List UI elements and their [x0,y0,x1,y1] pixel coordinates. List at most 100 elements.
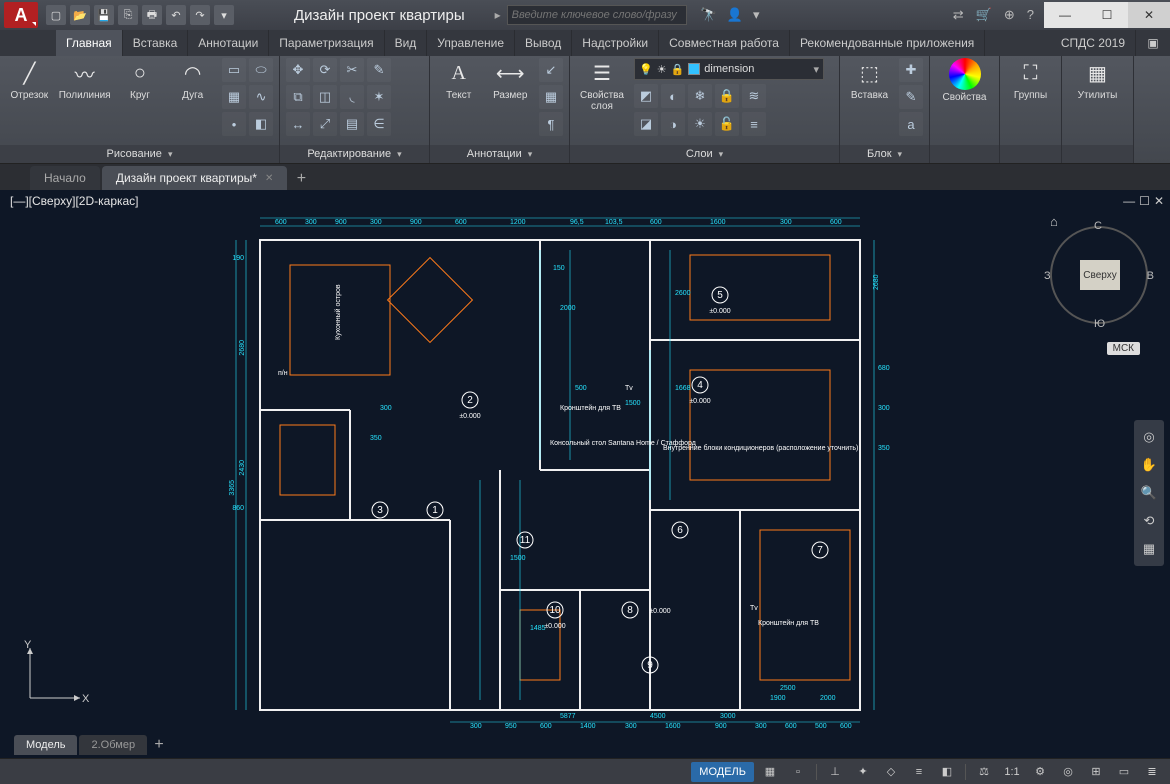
tool-polyline[interactable]: 〰Полилиния [59,58,111,101]
tab-manage[interactable]: Управление [427,30,515,56]
tool-explode-icon[interactable]: ✶ [367,85,391,109]
tool-rectangle-icon[interactable]: ▭ [222,58,246,82]
tool-leader-icon[interactable]: ↙ [539,58,563,82]
nav-zoom-icon[interactable]: 🔍 [1138,482,1160,504]
status-lwt-icon[interactable]: ≡ [907,762,931,782]
nav-wheel-icon[interactable]: ◎ [1138,426,1160,448]
tab-view[interactable]: Вид [385,30,428,56]
viewcube-west[interactable]: З [1044,270,1051,282]
qat-save-icon[interactable]: 💾 [94,5,114,25]
layer-iso-icon[interactable]: ◩ [634,84,658,108]
tool-mtext-icon[interactable]: ¶ [539,112,563,136]
tool-layer-properties[interactable]: ☰Свойства слоя [576,58,628,112]
drawing-canvas[interactable]: [—][Сверху][2D-каркас] — ☐ ✕ [0,190,1170,758]
infocenter-dd-icon[interactable]: ▾ [753,7,760,23]
status-polar-icon[interactable]: ✦ [851,762,875,782]
tool-spline-icon[interactable]: ∿ [249,85,273,109]
tab-annotate[interactable]: Аннотации [188,30,269,56]
tool-point-icon[interactable]: • [222,112,246,136]
layer-off-icon[interactable]: ◐ [661,84,685,108]
qat-undo-icon[interactable]: ↶ [166,5,186,25]
block-edit-icon[interactable]: ✎ [899,85,923,109]
tool-arc[interactable]: ◠Дуга [169,58,216,101]
nav-orbit-icon[interactable]: ⟲ [1138,510,1160,532]
panel-title-layers[interactable]: Слои [570,145,839,163]
tool-utilities[interactable]: ▦Утилиты [1072,58,1124,101]
tool-stretch-icon[interactable]: ↔ [286,112,310,136]
tab-collaborate[interactable]: Совместная работа [659,30,790,56]
tool-hatch-icon[interactable]: ▦ [222,85,246,109]
doc-tab-close-icon[interactable]: ✕ [265,173,273,184]
layer-on2-icon[interactable]: ◑ [661,112,685,136]
tab-spds[interactable]: СПДС 2019 [1051,30,1136,56]
layer-lock2-icon[interactable]: 🔒 [715,84,739,108]
status-model-space[interactable]: МОДЕЛЬ [691,762,754,782]
doc-tab-start[interactable]: Начало [30,166,100,190]
status-transparency-icon[interactable]: ◧ [935,762,959,782]
tool-ellipse-icon[interactable]: ⬭ [249,58,273,82]
layer-uniso-icon[interactable]: ◪ [634,112,658,136]
tool-groups[interactable]: ⛶Группы [1006,58,1055,101]
layer-state-icon[interactable]: ≡ [742,112,766,136]
tool-fillet-icon[interactable]: ◟ [340,85,364,109]
viewcube-top-face[interactable]: Сверху [1080,260,1120,290]
tab-featured-apps[interactable]: Рекомендованные приложения [790,30,985,56]
tool-mirror-icon[interactable]: ◫ [313,85,337,109]
block-attr-icon[interactable]: a [899,112,923,136]
vp-minimize-icon[interactable]: — [1123,194,1135,208]
nav-showmotion-icon[interactable]: ▦ [1138,538,1160,560]
viewport-label[interactable]: [—][Сверху][2D-каркас] [10,194,139,208]
tool-copy-icon[interactable]: ⧉ [286,85,310,109]
layer-unlock-icon[interactable]: 🔓 [715,112,739,136]
tool-dimension[interactable]: ⟷Размер [488,58,534,101]
layer-dropdown[interactable]: 💡 ☀ 🔒 dimension ▾ [634,58,824,80]
search-input[interactable] [507,5,687,25]
signin-icon[interactable]: 👤 [727,7,743,23]
panel-title-annotation[interactable]: Аннотации [430,145,569,163]
qat-new-icon[interactable]: ▢ [46,5,66,25]
viewcube-east[interactable]: В [1147,270,1154,282]
ribbon-collapse-icon[interactable]: ▣ [1136,30,1170,56]
status-grid-icon[interactable]: ▦ [758,762,782,782]
qat-saveas-icon[interactable]: ⎘ [118,5,138,25]
status-clean-icon[interactable]: ▭ [1112,762,1136,782]
panel-title-modify[interactable]: Редактирование [280,145,429,163]
layout-tab-model[interactable]: Модель [14,735,77,755]
window-close[interactable]: ✕ [1128,2,1170,28]
doc-tab-active[interactable]: Дизайн проект квартиры* ✕ [102,166,288,190]
qat-redo-icon[interactable]: ↷ [190,5,210,25]
block-create-icon[interactable]: ✚ [899,58,923,82]
status-snap-icon[interactable]: ▫ [786,762,810,782]
status-scale[interactable]: 1:1 [1000,762,1024,782]
layer-match-icon[interactable]: ≋ [742,84,766,108]
tab-parametric[interactable]: Параметризация [269,30,384,56]
status-custom-icon[interactable]: ≣ [1140,762,1164,782]
tab-output[interactable]: Вывод [515,30,572,56]
tool-properties[interactable]: Свойства [939,58,991,103]
help-icon[interactable]: ? [1027,7,1034,23]
vp-maximize-icon[interactable]: ☐ [1139,194,1150,208]
tool-array-icon[interactable]: ▤ [340,112,364,136]
tool-scale-icon[interactable]: ⤢ [313,112,337,136]
layout-tab-sheet[interactable]: 2.Обмер [79,735,147,755]
tool-region-icon[interactable]: ◧ [249,112,273,136]
tool-circle[interactable]: ○Круг [117,58,164,101]
status-gear-icon[interactable]: ⚙ [1028,762,1052,782]
app-logo[interactable]: A [4,2,38,28]
globe-icon[interactable]: ⊕ [1004,7,1015,23]
cart-icon[interactable]: 🛒 [976,7,992,23]
nav-pan-icon[interactable]: ✋ [1138,454,1160,476]
tool-trim-icon[interactable]: ✂ [340,58,364,82]
status-hw-icon[interactable]: ⊞ [1084,762,1108,782]
tab-insert[interactable]: Вставка [123,30,189,56]
layout-tab-add[interactable]: + [149,735,169,755]
viewcube-south[interactable]: Ю [1094,318,1105,330]
vp-close-icon[interactable]: ✕ [1154,194,1164,208]
tool-block-insert[interactable]: ⬚Вставка [846,58,893,101]
qat-more-icon[interactable]: ▾ [214,5,234,25]
layer-freeze2-icon[interactable]: ❄ [688,84,712,108]
viewcube-north[interactable]: С [1094,220,1102,232]
viewcube[interactable]: ⌂ Сверху С В Ю З [1044,220,1154,330]
tab-home[interactable]: Главная [56,30,123,56]
exchange-icon[interactable]: ⇄ [953,7,964,23]
